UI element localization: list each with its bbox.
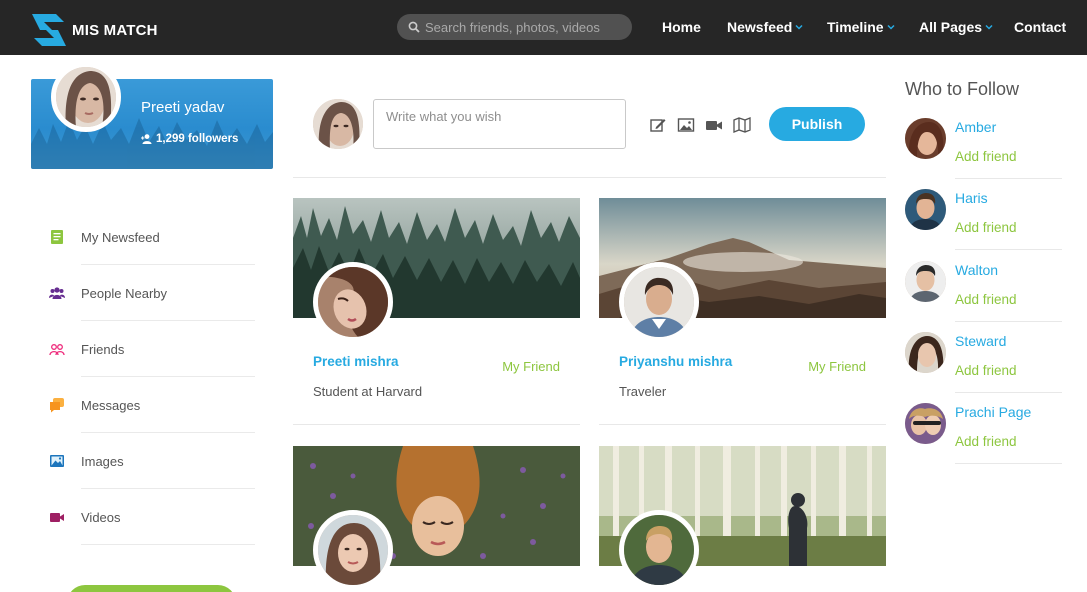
friend-card: [293, 446, 580, 592]
sidebar-item-label: Videos: [81, 509, 121, 525]
friend-avatar[interactable]: [619, 510, 699, 590]
sidebar-item-label: Messages: [81, 397, 141, 413]
image-icon: [50, 455, 64, 467]
avatar[interactable]: [905, 261, 946, 302]
profile-avatar[interactable]: [51, 62, 121, 132]
search-input[interactable]: [425, 19, 625, 35]
nav-home-label: Home: [662, 19, 701, 35]
add-user-icon: [141, 134, 152, 144]
chevron-down-icon: [795, 24, 803, 30]
friend-name[interactable]: Priyanshu mishra: [619, 354, 732, 369]
divider: [955, 249, 1062, 250]
nav-home[interactable]: Home: [662, 19, 701, 35]
divider: [81, 544, 255, 545]
sidebar-item-label: Friends: [81, 341, 125, 357]
search-icon: [408, 21, 420, 33]
follow-name[interactable]: Amber: [955, 119, 996, 135]
friend-avatar[interactable]: [313, 510, 393, 590]
brand-name: MIS MATCH: [72, 21, 158, 39]
sidebar-item-images[interactable]: Images: [49, 433, 255, 489]
messages-icon: [50, 398, 64, 413]
nav-timeline[interactable]: Timeline: [827, 19, 895, 35]
top-navbar: MIS MATCH Home Newsfeed Timeline All Pag…: [0, 0, 1087, 55]
nav-all-pages[interactable]: All Pages: [919, 19, 993, 35]
follow-name[interactable]: Walton: [955, 262, 998, 278]
friends-icon: [49, 344, 65, 356]
friend-avatar[interactable]: [619, 262, 699, 342]
friend-card: Preeti mishra My Friend Student at Harva…: [293, 198, 580, 426]
divider: [293, 177, 886, 178]
image-icon[interactable]: [677, 117, 695, 133]
nav-timeline-label: Timeline: [827, 19, 884, 35]
divider: [955, 178, 1062, 179]
add-friend-link[interactable]: Add friend: [955, 292, 1017, 307]
divider: [599, 424, 886, 425]
avatar[interactable]: [905, 332, 946, 373]
avatar[interactable]: [905, 118, 946, 159]
newsfeed-icon: [51, 230, 63, 244]
search-bar[interactable]: [397, 14, 632, 40]
sidebar-action-button[interactable]: [67, 585, 236, 592]
followers-count: 1,299 followers: [141, 133, 238, 145]
nav-newsfeed-label: Newsfeed: [727, 19, 793, 35]
profile-name[interactable]: Preeti yadav: [141, 99, 224, 116]
sidebar-item-people-nearby[interactable]: People Nearby: [49, 265, 255, 321]
sidebar-item-messages[interactable]: Messages: [49, 377, 255, 433]
friend-status[interactable]: My Friend: [808, 359, 866, 374]
sidebar-item-videos[interactable]: Videos: [49, 489, 255, 545]
follow-suggestion: Amber Add friend: [905, 118, 1062, 189]
followers-label: 1,299 followers: [156, 133, 239, 145]
follow-suggestion: Steward Add friend: [905, 332, 1062, 403]
edit-icon[interactable]: [649, 117, 667, 133]
sidebar-item-label: People Nearby: [81, 285, 167, 301]
logo-icon: [30, 12, 68, 48]
friend-name[interactable]: Preeti mishra: [313, 354, 399, 369]
chevron-down-icon: [985, 24, 993, 30]
follow-name[interactable]: Prachi Page: [955, 404, 1031, 420]
divider: [293, 424, 580, 425]
sidebar-item-friends[interactable]: Friends: [49, 321, 255, 377]
sidebar-item-newsfeed[interactable]: My Newsfeed: [49, 209, 255, 265]
chevron-down-icon: [887, 24, 895, 30]
friend-subtitle: Traveler: [619, 384, 667, 399]
nav-newsfeed[interactable]: Newsfeed: [727, 19, 803, 35]
sidebar-item-label: Images: [81, 453, 124, 469]
follow-suggestion: Prachi Page Add friend: [905, 403, 1062, 474]
follow-suggestion: Walton Add friend: [905, 261, 1062, 332]
nav-contact-label: Contact: [1014, 19, 1067, 35]
add-friend-link[interactable]: Add friend: [955, 363, 1017, 378]
nav-all-pages-label: All Pages: [919, 19, 983, 35]
divider: [955, 321, 1062, 322]
avatar[interactable]: [905, 403, 946, 444]
who-to-follow-title: Who to Follow: [905, 79, 1020, 99]
map-icon[interactable]: [733, 117, 751, 133]
follow-name[interactable]: Steward: [955, 333, 1006, 349]
divider: [955, 463, 1062, 464]
friend-card: [599, 446, 886, 592]
composer-avatar: [313, 99, 363, 149]
sidebar-item-label: My Newsfeed: [81, 229, 160, 245]
add-friend-link[interactable]: Add friend: [955, 149, 1017, 164]
video-camera-icon[interactable]: [705, 117, 723, 133]
post-composer-input[interactable]: [373, 99, 626, 149]
follow-name[interactable]: Haris: [955, 190, 988, 206]
people-icon: [49, 287, 65, 299]
brand-logo[interactable]: MIS MATCH: [30, 12, 158, 48]
follow-suggestion: Haris Add friend: [905, 189, 1062, 260]
nav-contact[interactable]: Contact: [1014, 19, 1066, 35]
add-friend-link[interactable]: Add friend: [955, 220, 1017, 235]
friend-avatar[interactable]: [313, 262, 393, 342]
publish-button[interactable]: Publish: [769, 107, 865, 141]
friend-status[interactable]: My Friend: [502, 359, 560, 374]
friend-subtitle: Student at Harvard: [313, 384, 423, 399]
avatar[interactable]: [905, 189, 946, 230]
video-icon: [50, 513, 64, 522]
divider: [955, 392, 1062, 393]
add-friend-link[interactable]: Add friend: [955, 434, 1017, 449]
friend-card: Priyanshu mishra My Friend Traveler: [599, 198, 886, 426]
